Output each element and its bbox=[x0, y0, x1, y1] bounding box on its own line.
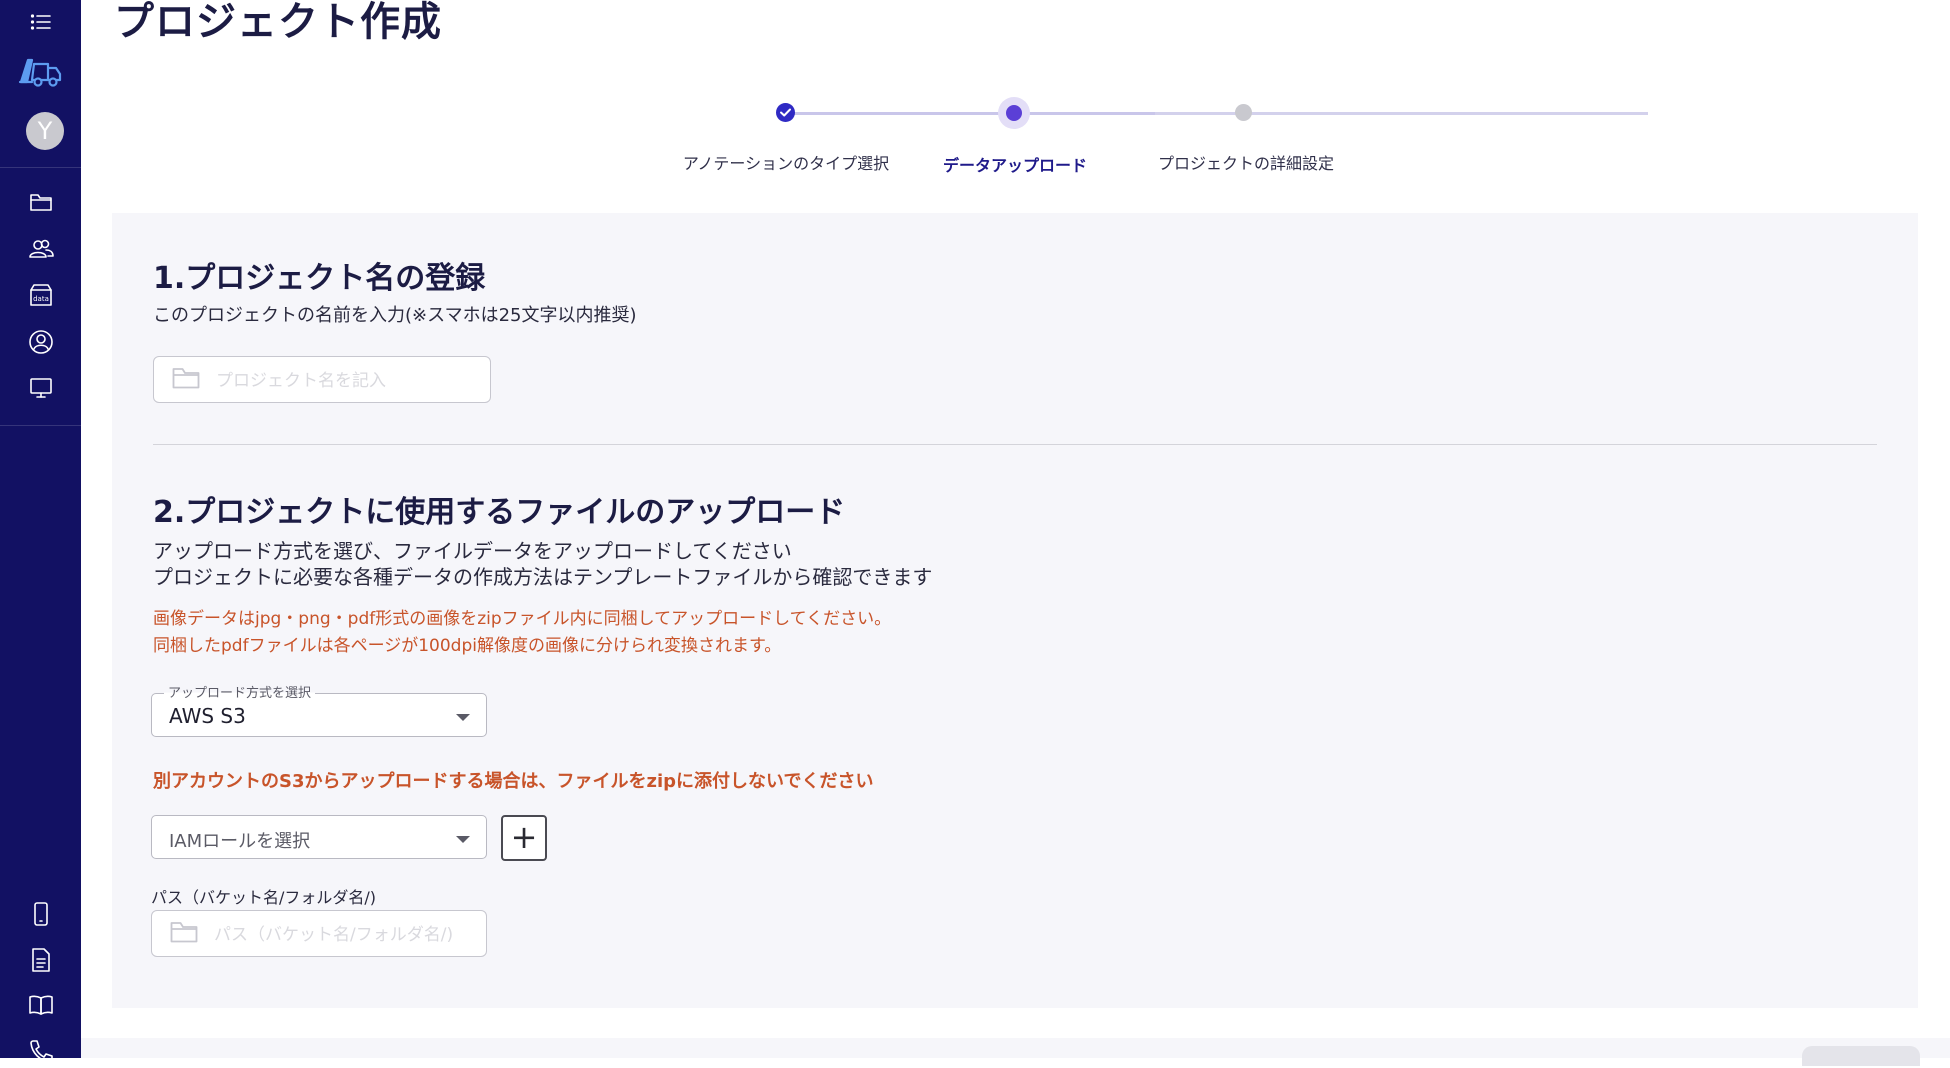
section2-title: 2.プロジェクトに使用するファイルのアップロード bbox=[153, 495, 846, 530]
page-title: プロジェクト作成 bbox=[114, 0, 442, 45]
upload-method-select[interactable]: アップロード方式を選択 AWS S3 bbox=[151, 682, 487, 737]
add-iam-role-button[interactable]: + bbox=[501, 815, 547, 861]
call-icon[interactable] bbox=[24, 1034, 58, 1068]
section2-description-line2: プロジェクトに必要な各種データの作成方法はテンプレートファイルから確認できます bbox=[153, 565, 933, 589]
image-format-note-line2: 同梱したpdfファイルは各ページが100dpi解像度の画像に分けられ変換されます… bbox=[153, 636, 782, 656]
avatar-initial: Y bbox=[37, 117, 53, 145]
footer-bar bbox=[81, 1038, 1950, 1058]
data-icon[interactable]: data bbox=[24, 278, 58, 312]
iam-role-placeholder: IAMロールを選択 bbox=[169, 831, 311, 852]
upload-method-value: AWS S3 bbox=[169, 704, 246, 728]
step-label-annotation-type[interactable]: アノテーションのタイプ選択 bbox=[683, 150, 889, 174]
stepper-progress bbox=[786, 112, 1155, 115]
section1-title: 1.プロジェクト名の登録 bbox=[153, 261, 486, 296]
plus-icon: + bbox=[510, 818, 538, 856]
sidebar-divider bbox=[0, 425, 81, 426]
image-format-note-line1: 画像データはjpg・png・pdf形式の画像をzipファイル内に同梱してアップロ… bbox=[153, 609, 892, 629]
folder-icon bbox=[172, 367, 200, 389]
section1-description: このプロジェクトの名前を入力(※スマホは25文字以内推奨) bbox=[153, 305, 637, 326]
sidebar-divider bbox=[0, 167, 81, 168]
upload-method-label: アップロード方式を選択 bbox=[164, 682, 316, 701]
step-active-indicator bbox=[998, 97, 1030, 129]
project-name-input[interactable] bbox=[214, 357, 484, 404]
book-icon[interactable] bbox=[24, 988, 58, 1022]
logo-icon[interactable] bbox=[18, 52, 62, 88]
s3-warning: 別アカウントのS3からアップロードする場合は、ファイルをzipに添付しないでくだ… bbox=[153, 771, 874, 792]
svg-text:data: data bbox=[33, 295, 49, 303]
next-button[interactable] bbox=[1802, 1046, 1920, 1066]
document-icon[interactable] bbox=[24, 943, 58, 977]
stepper: アノテーションのタイプ選択 データアップロード プロジェクトの詳細設定 bbox=[640, 96, 1648, 186]
monitor-icon[interactable] bbox=[24, 371, 58, 405]
iam-role-select[interactable]: IAMロールを選択 bbox=[151, 815, 487, 859]
chevron-down-icon bbox=[456, 836, 470, 843]
path-input[interactable] bbox=[212, 911, 480, 958]
account-icon[interactable] bbox=[24, 325, 58, 359]
section-divider bbox=[153, 444, 1877, 445]
section2-description-line1: アップロード方式を選び、ファイルデータをアップロードしてください bbox=[153, 539, 792, 563]
step-complete-check-icon bbox=[776, 103, 795, 122]
path-label: パス（バケット名/フォルダ名/) bbox=[151, 888, 377, 907]
avatar[interactable]: Y bbox=[26, 112, 64, 150]
sidebar: Y data bbox=[0, 0, 81, 1063]
folder-icon[interactable] bbox=[24, 185, 58, 219]
phone-icon[interactable] bbox=[24, 897, 58, 931]
path-field[interactable] bbox=[151, 910, 487, 958]
users-icon[interactable] bbox=[24, 232, 58, 266]
step-label-data-upload[interactable]: データアップロード bbox=[943, 152, 1087, 176]
project-name-field[interactable] bbox=[153, 356, 491, 404]
step-pending-indicator bbox=[1235, 104, 1252, 121]
menu-icon[interactable] bbox=[24, 5, 58, 39]
step-label-project-settings[interactable]: プロジェクトの詳細設定 bbox=[1158, 150, 1334, 174]
folder-icon bbox=[170, 921, 198, 943]
chevron-down-icon bbox=[456, 714, 470, 721]
